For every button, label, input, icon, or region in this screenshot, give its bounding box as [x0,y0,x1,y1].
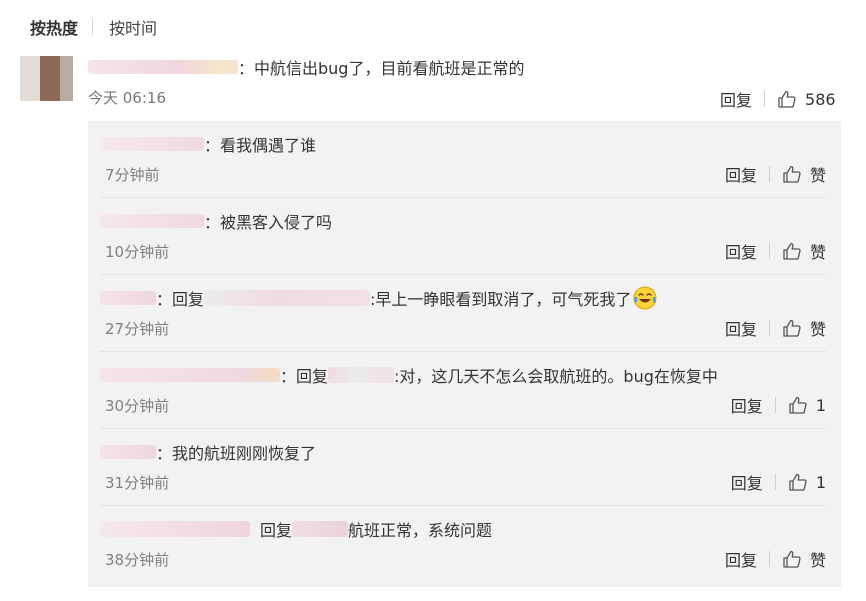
reply-actions: 回复 1 [731,470,826,494]
thumbs-up-icon [789,396,807,414]
reply-button[interactable]: 回复 [720,87,752,111]
action-divider [774,474,776,490]
like-count: 赞 [809,551,826,570]
reply-prefix: ：回复 [156,290,205,309]
reply-actions: 回复 赞 [725,162,826,186]
action-divider [774,397,776,413]
main-comment-time: 今天 06:16 [88,89,166,107]
tab-sort-by-time[interactable]: 按时间 [109,15,157,39]
reply-text: 航班正常，系统问题 [348,521,493,540]
reply-time: 27分钟前 [105,320,170,338]
like-button[interactable]: 1 [788,472,826,492]
thumbs-up-icon [778,90,796,108]
reply-actions: 回复 赞 [725,547,826,571]
reply-button[interactable]: 回复 [731,393,763,417]
reply-button[interactable]: 回复 [725,316,757,340]
like-button[interactable]: 赞 [782,162,826,186]
like-count: 赞 [809,166,826,185]
reply-text: ：我的航班刚刚恢复了 [156,444,317,463]
reply-prefix: ：回复 [280,367,329,386]
tab-sort-by-hot[interactable]: 按热度 [30,15,78,39]
blurred-username[interactable] [88,60,238,74]
thumbs-up-icon [789,473,807,491]
reply-text-line: 回复 航班正常，系统问题 [100,518,492,540]
reply-time: 10分钟前 [105,243,170,261]
reply-item: ：被黑客入侵了吗 10分钟前 回复 赞 [88,198,841,275]
reply-item: ：看我偶遇了谁 7分钟前 回复 赞 [88,121,841,198]
blurred-username[interactable] [100,521,250,537]
reply-time: 38分钟前 [105,551,170,569]
sort-tabs: 按热度 按时间 [30,16,157,38]
reply-actions: 回复 赞 [725,316,826,340]
like-button[interactable]: 586 [777,89,836,109]
thumbs-up-icon [783,550,801,568]
action-divider [768,166,770,182]
reply-actions: 回复 赞 [725,239,826,263]
blurred-username[interactable] [100,214,204,228]
reply-button[interactable]: 回复 [725,239,757,263]
reply-text-line: ：被黑客入侵了吗 [100,210,332,232]
reply-item: ：我的航班刚刚恢复了 31分钟前 回复 1 [88,429,841,506]
main-comment: ：中航信出bug了，目前看航班是正常的 [88,56,524,78]
reply-time: 30分钟前 [105,397,170,415]
blurred-username[interactable] [100,291,156,305]
replies-panel: ：看我偶遇了谁 7分钟前 回复 赞 ：被黑客入侵了吗 10分钟前 回复 赞 ：回… [88,121,841,587]
reply-item: 回复 航班正常，系统问题 38分钟前 回复 赞 [88,506,841,583]
thumbs-up-icon [783,165,801,183]
action-divider [768,551,770,567]
main-comment-actions: 回复 586 [720,87,836,111]
like-button[interactable]: 赞 [782,547,826,571]
reply-text-line: ：回复 :早上一睁眼看到取消了，可气死我了 [100,286,658,310]
reply-button[interactable]: 回复 [731,470,763,494]
action-divider [764,91,766,107]
like-count: 赞 [809,320,826,339]
avatar-pixel [60,56,73,101]
like-count: 赞 [809,243,826,262]
blurred-mention[interactable] [328,367,395,383]
blurred-username[interactable] [100,137,204,151]
action-divider [768,243,770,259]
tab-divider [92,19,94,35]
avatar[interactable] [20,56,73,101]
like-count: 1 [815,395,826,415]
blurred-username[interactable] [100,445,156,459]
crying-laughing-emoji-icon [633,286,657,310]
reply-text: ：看我偶遇了谁 [204,136,317,155]
reply-text: :对，这几天不怎么会取航班的。bug在恢复中 [394,367,718,386]
reply-text-line: ：我的航班刚刚恢复了 [100,441,316,463]
avatar-pixel [40,56,60,101]
blurred-username[interactable] [100,368,280,382]
reply-button[interactable]: 回复 [725,547,757,571]
like-button[interactable]: 1 [788,395,826,415]
reply-item: ：回复 :早上一睁眼看到取消了，可气死我了 27分钟前 回复 赞 [88,275,841,352]
like-button[interactable]: 赞 [782,316,826,340]
reply-text: :早上一睁眼看到取消了，可气死我了 [370,290,632,309]
like-count: 586 [805,89,836,109]
like-button[interactable]: 赞 [782,239,826,263]
main-comment-text: ：中航信出bug了，目前看航班是正常的 [238,59,525,78]
like-count: 1 [815,472,826,492]
reply-button[interactable]: 回复 [725,162,757,186]
reply-item: ：回复 :对，这几天不怎么会取航班的。bug在恢复中 30分钟前 回复 1 [88,352,841,429]
reply-text-line: ：看我偶遇了谁 [100,133,316,155]
action-divider [768,320,770,336]
blurred-mention[interactable] [292,521,349,537]
reply-time: 31分钟前 [105,474,170,492]
reply-time: 7分钟前 [105,166,160,184]
reply-text-line: ：回复 :对，这几天不怎么会取航班的。bug在恢复中 [100,364,718,386]
reply-text: ：被黑客入侵了吗 [204,213,333,232]
thumbs-up-icon [783,319,801,337]
blurred-mention[interactable] [204,290,371,306]
reply-prefix: 回复 [260,521,293,540]
reply-actions: 回复 1 [731,393,826,417]
thumbs-up-icon [783,242,801,260]
avatar-pixel [20,56,40,101]
